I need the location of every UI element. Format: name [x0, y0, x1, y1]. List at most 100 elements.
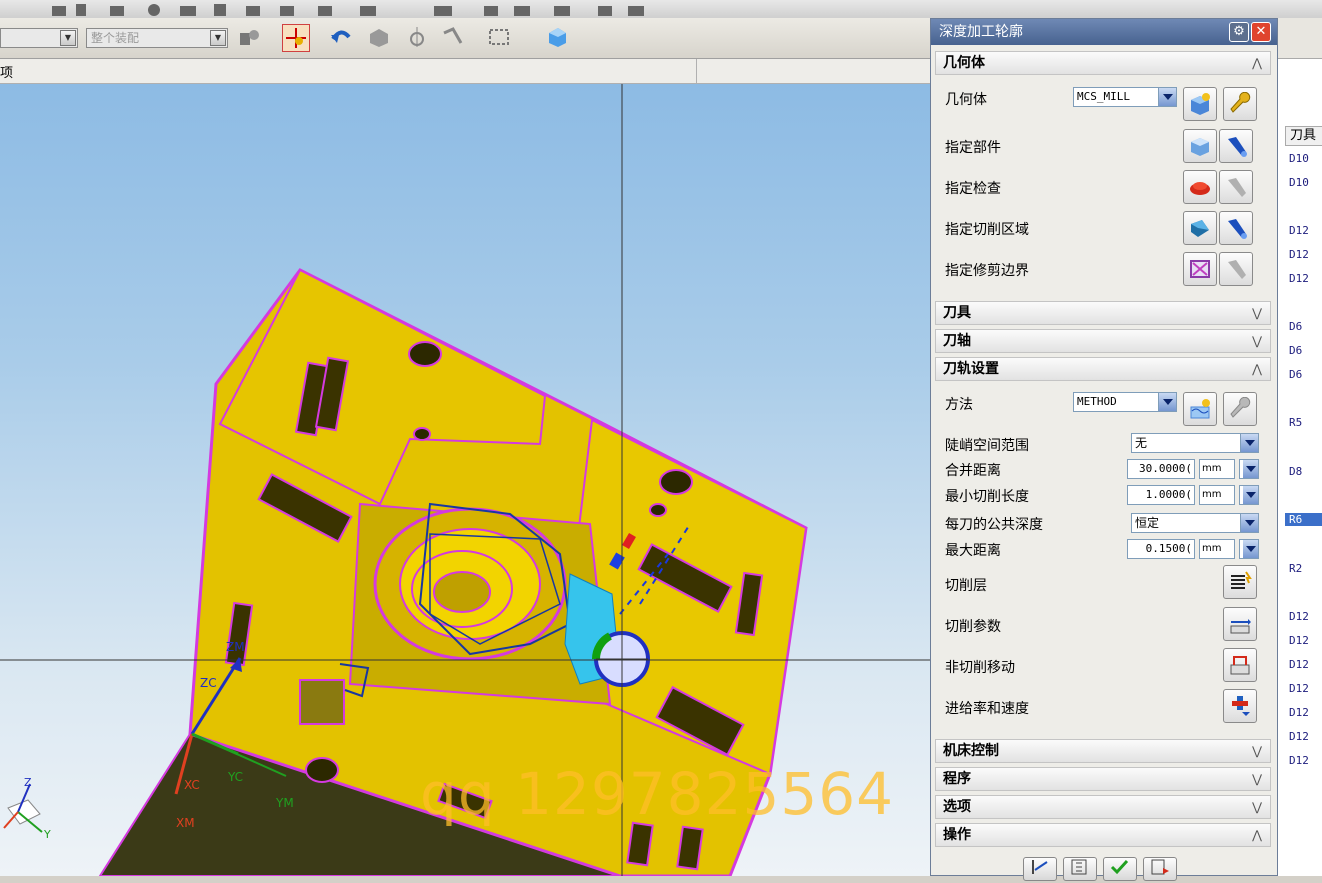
- generate-button[interactable]: [1023, 857, 1057, 881]
- merge-distance-unit[interactable]: mm: [1199, 459, 1235, 479]
- chevron-down-icon[interactable]: ▼: [210, 30, 226, 46]
- filter-combo[interactable]: ▼: [0, 28, 78, 48]
- select-cut-area-button[interactable]: [1183, 211, 1217, 245]
- section-actions-header[interactable]: 操作 ⋀: [935, 823, 1271, 847]
- section-machine-control-header[interactable]: 机床控制 ⋁: [935, 739, 1271, 763]
- navigator-row-tool[interactable]: D8: [1289, 465, 1302, 478]
- non-cut-moves-button[interactable]: [1223, 648, 1257, 682]
- select-part-button[interactable]: [1183, 129, 1217, 163]
- flashlight-icon: [1228, 178, 1246, 197]
- chevron-down-icon[interactable]: ⋁: [1248, 768, 1266, 790]
- part-model[interactable]: [0, 84, 930, 876]
- new-geometry-button[interactable]: [1183, 87, 1217, 121]
- section-tool-header[interactable]: 刀具 ⋁: [935, 301, 1271, 325]
- display-part-button[interactable]: [1219, 129, 1253, 163]
- max-distance-input[interactable]: 0.1500(: [1127, 539, 1195, 559]
- cut-params-button[interactable]: [1223, 607, 1257, 641]
- min-cut-length-unit[interactable]: mm: [1199, 485, 1235, 505]
- display-trim-boundary-button[interactable]: [1219, 252, 1253, 286]
- tool-column-header[interactable]: 刀具: [1285, 126, 1322, 146]
- chevron-up-icon[interactable]: ⋀: [1248, 358, 1266, 380]
- merge-distance-options[interactable]: [1239, 459, 1259, 479]
- new-method-button[interactable]: [1183, 392, 1217, 426]
- navigator-row-tool[interactable]: D10: [1289, 176, 1309, 189]
- list-button[interactable]: [1143, 857, 1177, 881]
- navigator-row-tool[interactable]: D12: [1289, 224, 1309, 237]
- chevron-up-icon[interactable]: ⋀: [1248, 824, 1266, 846]
- operation-navigator[interactable]: 刀具 D10 D10 D12 D12 D12 D6 D6 D6 R5 D8 R6 R2 D12 D12 D1…: [1272, 18, 1322, 876]
- method-select[interactable]: METHOD: [1073, 392, 1177, 412]
- edit-geometry-button[interactable]: [1223, 87, 1257, 121]
- chevron-down-icon[interactable]: ⋁: [1248, 796, 1266, 818]
- feeds-speeds-button[interactable]: [1223, 689, 1257, 723]
- common-depth-select[interactable]: 恒定: [1131, 513, 1259, 533]
- geometry-select[interactable]: MCS_MILL: [1073, 87, 1177, 107]
- max-distance-options[interactable]: [1239, 539, 1259, 559]
- navigator-row-tool[interactable]: D12: [1289, 248, 1309, 261]
- section-geometry-header[interactable]: 几何体 ⋀: [935, 51, 1271, 75]
- navigator-row-tool[interactable]: R5: [1289, 416, 1302, 429]
- gear-icon[interactable]: ⚙: [1229, 22, 1249, 42]
- triad-xm-label: XM: [176, 816, 195, 830]
- navigator-row-tool[interactable]: D12: [1289, 658, 1309, 671]
- section-program-header[interactable]: 程序 ⋁: [935, 767, 1271, 791]
- chevron-up-icon[interactable]: ⋀: [1248, 52, 1266, 74]
- navigator-row-tool[interactable]: D12: [1289, 754, 1309, 767]
- chevron-down-icon[interactable]: ⋁: [1248, 302, 1266, 324]
- navigator-row-tool[interactable]: D6: [1289, 368, 1302, 381]
- dialog-title-bar[interactable]: 深度加工轮廓 ⚙ ✕: [931, 19, 1277, 45]
- merge-distance-input[interactable]: 30.0000(: [1127, 459, 1195, 479]
- navigator-row-tool[interactable]: D12: [1289, 634, 1309, 647]
- undo-arrow-icon[interactable]: [328, 24, 354, 50]
- min-cut-length-options[interactable]: [1239, 485, 1259, 505]
- verify-button[interactable]: [1103, 857, 1137, 881]
- close-icon[interactable]: ✕: [1251, 22, 1271, 42]
- chevron-down-icon[interactable]: ⋁: [1248, 740, 1266, 762]
- chevron-down-icon[interactable]: [1158, 88, 1176, 106]
- navigator-row-tool[interactable]: D10: [1289, 152, 1309, 165]
- assembly-combo[interactable]: 整个装配 ▼: [86, 28, 228, 48]
- chevron-down-icon[interactable]: [1243, 460, 1258, 478]
- navigator-row-tool[interactable]: D12: [1289, 706, 1309, 719]
- display-check-button[interactable]: [1219, 170, 1253, 204]
- navigator-row-tool[interactable]: R6: [1285, 513, 1322, 526]
- toolbar-icons-row[interactable]: [14, 0, 654, 18]
- point-constructor-icon[interactable]: [404, 24, 430, 50]
- chevron-down-icon[interactable]: [1243, 540, 1258, 558]
- min-cut-length-input[interactable]: 1.0000(: [1127, 485, 1195, 505]
- curve-snap-icon[interactable]: [440, 24, 466, 50]
- max-distance-unit[interactable]: mm: [1199, 539, 1235, 559]
- navigator-row-tool[interactable]: D12: [1289, 682, 1309, 695]
- chevron-down-icon[interactable]: ⋁: [1248, 330, 1266, 352]
- display-cut-area-button[interactable]: [1219, 211, 1253, 245]
- cut-levels-button[interactable]: [1223, 565, 1257, 599]
- solid-body-icon[interactable]: [366, 24, 392, 50]
- edit-method-button[interactable]: [1223, 392, 1257, 426]
- navigator-row-tool[interactable]: D12: [1289, 272, 1309, 285]
- component-select-icon[interactable]: [236, 24, 262, 50]
- select-check-button[interactable]: [1183, 170, 1217, 204]
- navigator-row-tool[interactable]: D12: [1289, 610, 1309, 623]
- navigator-row-tool[interactable]: R2: [1289, 562, 1302, 575]
- box-select-icon[interactable]: [486, 24, 512, 50]
- steep-range-select[interactable]: 无: [1131, 433, 1259, 453]
- chevron-down-icon[interactable]: [1240, 434, 1258, 452]
- navigator-row-tool[interactable]: D6: [1289, 344, 1302, 357]
- snap-point-icon[interactable]: [282, 24, 310, 52]
- section-path-settings-header[interactable]: 刀轨设置 ⋀: [935, 357, 1271, 381]
- specify-part-label: 指定部件: [945, 140, 1001, 156]
- chevron-down-icon[interactable]: ▼: [60, 30, 76, 46]
- section-axis-header[interactable]: 刀轴 ⋁: [935, 329, 1271, 353]
- verify-icon: [1110, 859, 1129, 875]
- chevron-down-icon[interactable]: [1243, 486, 1258, 504]
- navigator-row-tool[interactable]: D12: [1289, 730, 1309, 743]
- common-depth-label: 每刀的公共深度: [945, 517, 1043, 533]
- select-trim-boundary-button[interactable]: [1183, 252, 1217, 286]
- view-cube-icon[interactable]: [544, 24, 570, 50]
- graphics-viewport[interactable]: ZM ZC XC XM YC YM Z Y qq 1297825564: [0, 84, 930, 876]
- section-options-header[interactable]: 选项 ⋁: [935, 795, 1271, 819]
- replay-button[interactable]: [1063, 857, 1097, 881]
- chevron-down-icon[interactable]: [1240, 514, 1258, 532]
- navigator-row-tool[interactable]: D6: [1289, 320, 1302, 333]
- chevron-down-icon[interactable]: [1158, 393, 1176, 411]
